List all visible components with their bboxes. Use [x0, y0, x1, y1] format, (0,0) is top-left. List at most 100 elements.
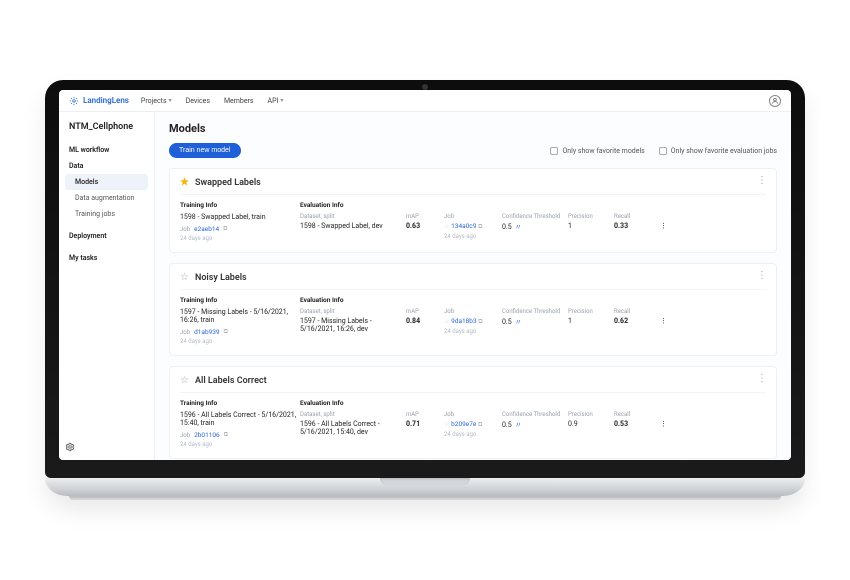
sidebar-item-data-aug[interactable]: Data augmentation	[65, 190, 148, 206]
conf-threshold[interactable]: 0.5 〃	[502, 420, 562, 430]
sidebar-heading-data[interactable]: Data	[65, 158, 148, 174]
copy-icon[interactable]: ⧉	[224, 328, 228, 336]
sidebar-heading-ml: ML workflow	[65, 142, 148, 158]
training-info: Training Info 1596 - All Labels Correct …	[180, 399, 300, 448]
card-menu-button[interactable]: ⋮	[757, 175, 768, 186]
copy-icon[interactable]: ⧉	[224, 431, 228, 439]
train-new-model-button[interactable]: Train new model	[169, 143, 241, 158]
user-icon	[771, 97, 779, 105]
eval-job-age: 24 days ago	[444, 431, 496, 438]
project-title: NTM_Cellphone	[65, 122, 148, 132]
gear-icon	[65, 442, 75, 452]
conf-threshold[interactable]: 0.5 〃	[502, 317, 562, 327]
filter-favorite-evals-label: Only show favorite evaluation jobs	[671, 147, 777, 155]
eval-row-menu[interactable]: ⋮	[660, 222, 670, 230]
col-precision: Precision	[568, 411, 608, 418]
favorite-star-icon[interactable]: ★	[180, 177, 189, 188]
favorite-icon[interactable]: ☆	[444, 318, 449, 325]
sidebar: NTM_Cellphone ML workflow Data Models Da…	[59, 112, 155, 460]
col-job: Job	[444, 308, 496, 315]
favorite-star-icon[interactable]: ☆	[180, 375, 189, 386]
eval-job-age: 24 days ago	[444, 328, 496, 335]
filters: Only show favorite models Only show favo…	[550, 147, 777, 155]
training-age: 24 days ago	[180, 235, 300, 242]
col-recall: Recall	[614, 411, 654, 418]
filter-favorite-models[interactable]: Only show favorite models	[550, 147, 644, 155]
model-name: Swapped Labels	[195, 178, 261, 188]
nav-api-label: API	[268, 97, 279, 105]
card-menu-button[interactable]: ⋮	[757, 373, 768, 384]
eval-job-link[interactable]: 9da18b3	[451, 317, 476, 325]
col-dataset: Dataset, split	[300, 213, 400, 220]
eval-dataset: 1596 - All Labels Correct - 5/16/2021, 1…	[300, 420, 400, 436]
col-map: mAP	[406, 213, 438, 220]
job-prefix: Job	[180, 329, 190, 336]
toolbar: Train new model Only show favorite model…	[169, 143, 777, 158]
trend-icon: 〃	[515, 222, 522, 232]
training-age: 24 days ago	[180, 441, 300, 448]
settings-button[interactable]	[65, 442, 75, 454]
brand-label: LandingLens	[83, 96, 129, 105]
eval-row-menu[interactable]: ⋮	[660, 317, 670, 325]
copy-icon[interactable]: ⧉	[223, 225, 227, 233]
training-job-link[interactable]: e2aeb14	[194, 225, 219, 233]
page-title: Models	[169, 122, 777, 135]
conf-threshold[interactable]: 0.5 〃	[502, 222, 562, 232]
nav-devices[interactable]: Devices	[186, 97, 210, 105]
evaluation-info: Evaluation Info Dataset, split mAP Job C…	[300, 201, 766, 242]
eval-row-menu[interactable]: ⋮	[660, 420, 670, 428]
favorite-icon[interactable]: ☆	[444, 421, 449, 428]
card-header: ☆ All Labels Correct	[180, 375, 766, 393]
training-dataset: 1596 - All Labels Correct - 5/16/2021, 1…	[180, 411, 300, 427]
filter-favorite-evals[interactable]: Only show favorite evaluation jobs	[659, 147, 777, 155]
nav-devices-label: Devices	[186, 97, 210, 105]
favorite-icon[interactable]: ☆	[444, 223, 449, 230]
sidebar-heading-mytasks[interactable]: My tasks	[65, 250, 148, 266]
sidebar-heading-deployment[interactable]: Deployment	[65, 228, 148, 244]
eval-job-link[interactable]: 134a0c9	[451, 222, 476, 230]
trackpad-notch	[380, 478, 470, 485]
job-prefix: Job	[180, 432, 190, 439]
col-dataset: Dataset, split	[300, 411, 400, 418]
model-card: ⋮ ☆ Noisy Labels Training Info 1597 - Mi…	[169, 263, 777, 356]
col-job: Job	[444, 411, 496, 418]
training-info-heading: Training Info	[180, 399, 300, 407]
eval-dataset: 1597 - Missing Labels - 5/16/2021, 16:26…	[300, 317, 400, 333]
eval-job-link[interactable]: b209e7e	[451, 420, 476, 428]
evaluation-info-heading: Evaluation Info	[300, 296, 766, 304]
brand[interactable]: LandingLens	[69, 96, 129, 106]
nav-projects[interactable]: Projects ▾	[141, 97, 172, 105]
camera-dot	[422, 84, 428, 90]
topbar: LandingLens Projects ▾ Devices Members A…	[59, 90, 791, 112]
nav-members[interactable]: Members	[224, 97, 254, 105]
training-dataset: 1598 - Swapped Label, train	[180, 213, 300, 221]
col-conf: Confidence Threshold	[502, 213, 562, 220]
card-header: ★ Swapped Labels	[180, 177, 766, 195]
job-prefix: Job	[180, 226, 190, 233]
copy-icon[interactable]: ⧉	[478, 421, 482, 428]
nav-projects-label: Projects	[141, 97, 167, 105]
model-card: ⋮ ★ Swapped Labels Training Info 1598 - …	[169, 168, 777, 253]
filter-favorite-models-label: Only show favorite models	[562, 147, 644, 155]
training-job-link[interactable]: 2b01106	[194, 431, 220, 439]
user-avatar[interactable]	[769, 95, 781, 107]
favorite-star-icon[interactable]: ☆	[180, 272, 189, 283]
precision-value: 1	[568, 222, 608, 230]
main-content: Models Train new model Only show favorit…	[155, 112, 791, 460]
trend-icon: 〃	[515, 317, 522, 327]
sidebar-item-training-jobs[interactable]: Training jobs	[65, 206, 148, 222]
copy-icon[interactable]: ⧉	[478, 318, 482, 325]
training-info: Training Info 1597 - Missing Labels - 5/…	[180, 296, 300, 345]
card-menu-button[interactable]: ⋮	[757, 270, 768, 281]
col-conf: Confidence Threshold	[502, 308, 562, 315]
sidebar-item-models[interactable]: Models	[65, 174, 148, 190]
training-job-link[interactable]: d1ab939	[194, 328, 219, 336]
nav-api[interactable]: API ▾	[268, 97, 284, 105]
nav-members-label: Members	[224, 97, 254, 105]
eval-map: 0.71	[406, 420, 438, 428]
model-card-list: ⋮ ★ Swapped Labels Training Info 1598 - …	[169, 168, 777, 459]
recall-value: 0.62	[614, 317, 654, 325]
copy-icon[interactable]: ⧉	[478, 223, 482, 230]
precision-value: 1	[568, 317, 608, 325]
evaluation-info: Evaluation Info Dataset, split mAP Job C…	[300, 399, 766, 448]
